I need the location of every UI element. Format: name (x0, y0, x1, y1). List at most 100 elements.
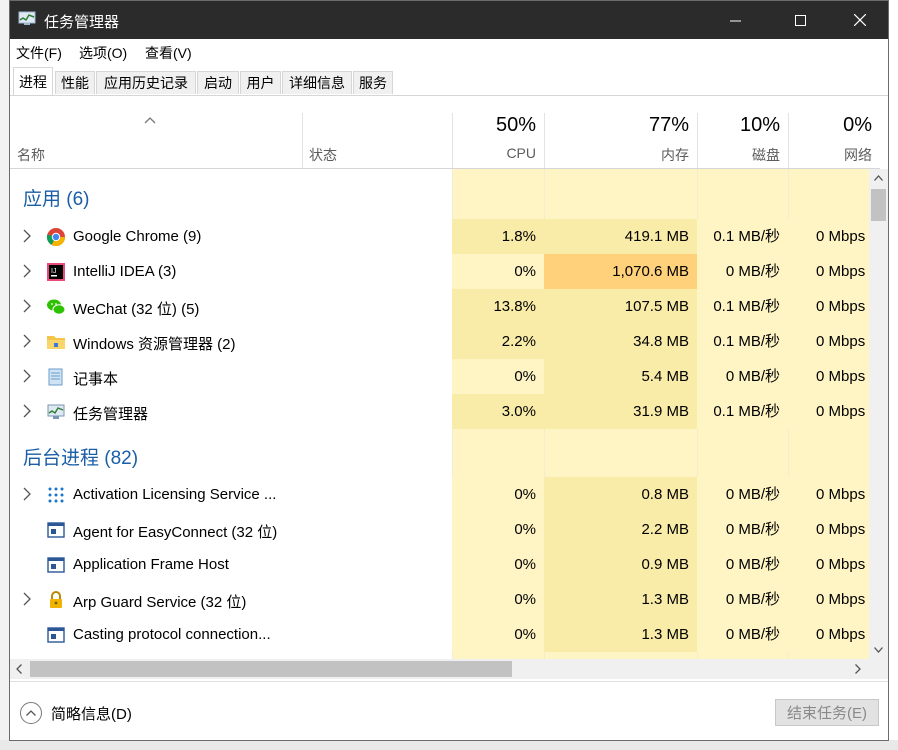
tab-services[interactable]: 服务 (353, 71, 393, 94)
background-bottom-edge (0, 740, 898, 750)
process-row[interactable]: IJ IntelliJ IDEA (3) 0% 1,070.6 MB 0 MB/秒 0 M… (10, 254, 869, 289)
disk-total-percent: 10% (739, 114, 780, 136)
column-disk-header[interactable]: 10% 磁盘 (697, 113, 788, 168)
process-name: Agent for EasyConnect (32 位) (73, 524, 278, 541)
process-name: IntelliJ IDEA (3) (73, 263, 177, 280)
background-window-edge (888, 0, 898, 750)
process-row[interactable]: 任务管理器 3.0% 31.9 MB 0.1 MB/秒 0 Mbps (10, 394, 869, 429)
process-disk: 0.1 MB/秒 (697, 219, 788, 254)
vertical-scroll-thumb[interactable] (871, 189, 886, 221)
process-cpu: 0% (452, 617, 544, 652)
process-disk: 0.1 MB/秒 (697, 289, 788, 324)
process-memory: 1.3 MB (544, 582, 697, 617)
column-memory-label: 内存 (661, 147, 689, 163)
process-disk: 0 MB/秒 (697, 582, 788, 617)
scroll-down-icon[interactable] (874, 647, 883, 653)
title-bar[interactable]: 任务管理器 (10, 1, 888, 39)
chevron-right-icon[interactable] (22, 334, 32, 348)
maximize-button[interactable] (777, 1, 823, 39)
task-manager-window: 任务管理器 文件(F) 选项(O) 查看(V) 进程 性能 应用历史记录 启动 … (9, 0, 889, 741)
tab-startup[interactable]: 启动 (197, 71, 239, 94)
process-name: 任务管理器 (73, 406, 149, 423)
folder-icon (46, 332, 66, 352)
chevron-right-icon[interactable] (22, 592, 32, 606)
chrome-icon (46, 227, 66, 247)
scroll-up-icon[interactable] (874, 175, 883, 181)
close-button[interactable] (837, 1, 883, 39)
window-icon (46, 625, 66, 645)
column-name-label: 名称 (17, 147, 45, 163)
horizontal-scrollbar[interactable] (10, 659, 869, 679)
window-title: 任务管理器 (44, 14, 120, 31)
horizontal-scroll-thumb[interactable] (30, 661, 512, 677)
chevron-right-icon[interactable] (22, 404, 32, 418)
menu-options[interactable]: 选项(O) (79, 43, 127, 63)
window-icon (46, 555, 66, 575)
process-memory: 0.8 MB (544, 477, 697, 512)
process-memory: 1,070.6 MB (544, 254, 697, 289)
process-row[interactable]: Google Chrome (9) 1.8% 419.1 MB 0.1 MB/秒 0 M… (10, 219, 869, 254)
end-task-button[interactable]: 结束任务(E) (775, 699, 879, 726)
chevron-right-icon[interactable] (22, 487, 32, 501)
taskmgr-icon (46, 402, 66, 422)
process-disk: 0.1 MB/秒 (697, 324, 788, 359)
chevron-right-icon[interactable] (22, 369, 32, 383)
tab-performance[interactable]: 性能 (55, 71, 95, 94)
column-status-label: 状态 (309, 147, 337, 163)
chevron-right-icon[interactable] (22, 264, 32, 278)
process-row[interactable]: Casting protocol connection... 0% 1.3 MB 0 … (10, 617, 869, 652)
process-network: 0 Mbps (788, 254, 869, 289)
intellij-icon: IJ (46, 262, 66, 282)
process-row[interactable]: Windows 资源管理器 (2) 2.2% 34.8 MB 0.1 MB/秒 0 Mb… (10, 324, 869, 359)
maximize-icon (794, 14, 806, 26)
process-name: Casting protocol connection... (73, 626, 271, 643)
menu-file[interactable]: 文件(F) (16, 43, 62, 63)
column-network-header[interactable]: 0% 网络 (788, 113, 880, 168)
vertical-scrollbar[interactable] (869, 169, 888, 659)
scroll-left-icon[interactable] (16, 664, 22, 674)
menu-bar: 文件(F) 选项(O) 查看(V) (10, 39, 888, 65)
minimize-icon (729, 20, 741, 21)
fewer-details-button[interactable]: 简略信息(D) (20, 700, 132, 726)
process-row[interactable]: Arp Guard Service (32 位) 0% 1.3 MB 0 MB/秒 0 … (10, 582, 869, 617)
process-disk: 0 MB/秒 (697, 254, 788, 289)
process-disk: 0 MB/秒 (697, 617, 788, 652)
svg-text:IJ: IJ (51, 268, 56, 275)
process-disk: 0 MB/秒 (697, 512, 788, 547)
column-network-label: 网络 (844, 147, 872, 163)
chevron-right-icon[interactable] (22, 229, 32, 243)
scrollbar-corner (869, 659, 888, 679)
process-row[interactable]: 记事本 0% 5.4 MB 0 MB/秒 0 Mbps (10, 359, 869, 394)
task-manager-app-icon (18, 11, 36, 25)
column-memory-header[interactable]: 77% 内存 (544, 113, 697, 168)
process-network: 0 Mbps (788, 324, 869, 359)
process-row[interactable]: Activation Licensing Service ... 0% 0.8 MB… (10, 477, 869, 512)
column-name-header[interactable]: 名称 (10, 113, 302, 168)
tab-app-history[interactable]: 应用历史记录 (96, 71, 196, 94)
minimize-button[interactable] (712, 1, 758, 39)
group-header[interactable]: 后台进程 (82) (23, 443, 138, 470)
column-status-header[interactable]: 状态 (302, 113, 452, 168)
process-memory: 107.5 MB (544, 289, 697, 324)
process-network: 0 Mbps (788, 547, 869, 582)
process-cpu: 3.0% (452, 394, 544, 429)
chevron-right-icon[interactable] (22, 299, 32, 313)
process-cpu: 13.8% (452, 289, 544, 324)
process-row[interactable]: Agent for EasyConnect (32 位) 0% 2.2 MB 0 MB… (10, 512, 869, 547)
menu-view[interactable]: 查看(V) (145, 43, 192, 63)
group-header[interactable]: 应用 (6) (23, 184, 90, 211)
column-cpu-header[interactable]: 50% CPU (452, 113, 544, 168)
process-cpu: 0% (452, 477, 544, 512)
scroll-right-icon[interactable] (855, 664, 861, 674)
process-memory: 5.4 MB (544, 359, 697, 394)
tab-processes[interactable]: 进程 (13, 67, 53, 95)
process-cpu: 1.8% (452, 219, 544, 254)
process-network: 0 Mbps (788, 617, 869, 652)
column-header: 名称 状态 50% CPU 77% 内存 10% 磁盘 0% 网络 (10, 113, 880, 169)
process-row[interactable]: WeChat (32 位) (5) 13.8% 107.5 MB 0.1 MB/秒 0 … (10, 289, 869, 324)
tab-details[interactable]: 详细信息 (282, 71, 352, 94)
process-network: 0 Mbps (788, 359, 869, 394)
column-cpu-label: CPU (506, 145, 536, 161)
tab-users[interactable]: 用户 (240, 71, 281, 94)
process-row[interactable]: Application Frame Host 0% 0.9 MB 0 MB/秒 0 Mb… (10, 547, 869, 582)
